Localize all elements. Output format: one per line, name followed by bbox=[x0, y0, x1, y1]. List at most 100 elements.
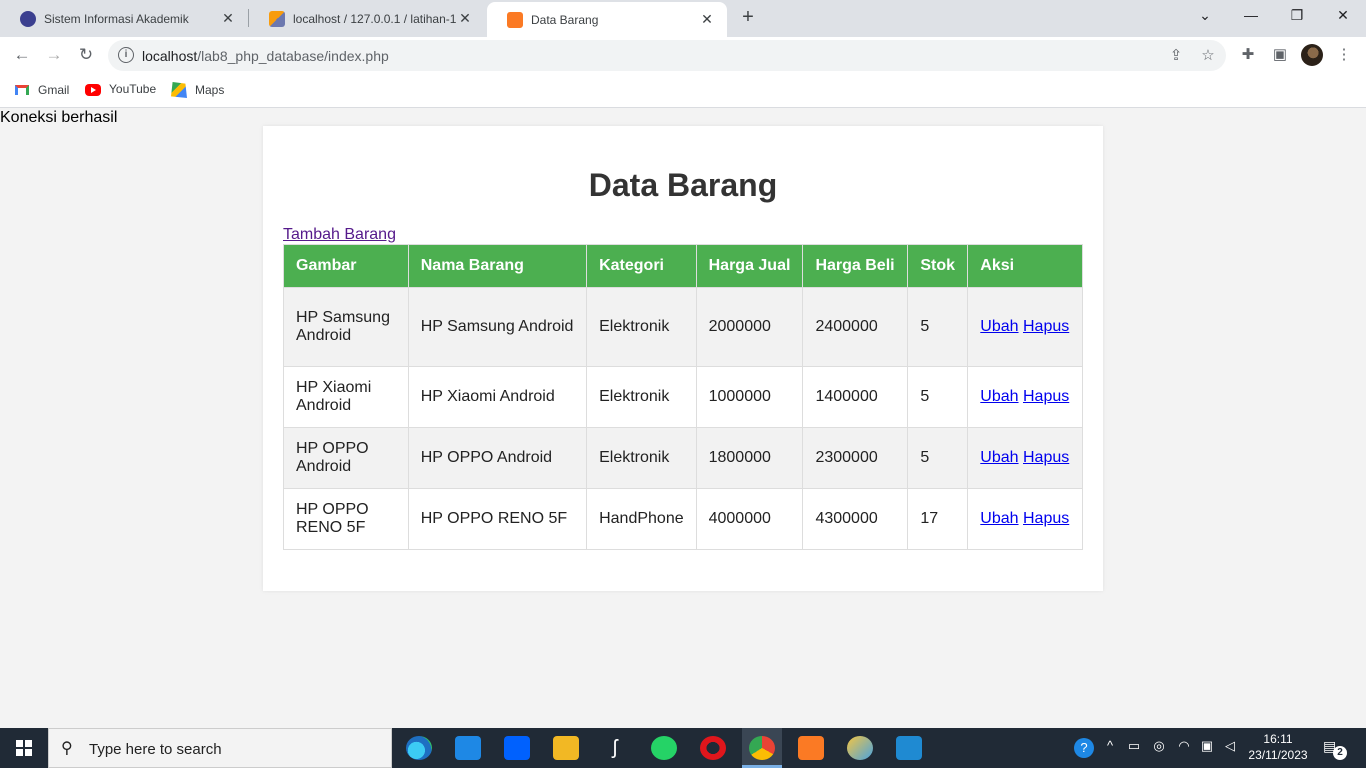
connection-status-text: Koneksi berhasil bbox=[0, 109, 118, 126]
notification-center-button[interactable]: ▤ 2 bbox=[1323, 738, 1347, 760]
stock-cell: 17 bbox=[907, 488, 969, 550]
action-cell: Ubah Hapus bbox=[967, 287, 1083, 367]
reload-icon[interactable]: ↻ bbox=[74, 43, 98, 67]
bookmark-star-icon[interactable]: ☆ bbox=[1198, 46, 1218, 66]
display-icon[interactable]: ▣ bbox=[1198, 738, 1216, 754]
browser-toolbar: ← → ↻ i localhost/lab8_php_database/inde… bbox=[0, 37, 1366, 74]
column-header-kategori: Kategori bbox=[586, 244, 697, 288]
side-panel-icon[interactable]: ▣ bbox=[1270, 45, 1290, 65]
bookmark-label: Gmail bbox=[38, 83, 70, 97]
minimize-icon[interactable]: — bbox=[1236, 4, 1266, 26]
column-header-harga-jual: Harga Jual bbox=[695, 244, 804, 288]
system-clock[interactable]: 16:11 23/11/2023 bbox=[1248, 731, 1308, 763]
close-icon[interactable]: ✕ bbox=[457, 10, 473, 27]
tab-phpmyadmin[interactable]: localhost / 127.0.0.1 / latihan-1 / ✕ bbox=[249, 0, 485, 37]
tab-search-chevron-icon[interactable]: ⌄ bbox=[1190, 4, 1220, 26]
broken-image-alt: HP Samsung Android bbox=[296, 309, 390, 344]
delete-link[interactable]: Hapus bbox=[1023, 388, 1069, 405]
content-container: Data Barang Tambah Barang Gambar Nama Ba… bbox=[263, 126, 1103, 591]
kebab-menu-icon[interactable]: ⋮ bbox=[1334, 45, 1354, 65]
tab-title: localhost / 127.0.0.1 / latihan-1 / bbox=[293, 11, 457, 26]
help-icon[interactable]: ? bbox=[1074, 738, 1094, 758]
close-icon[interactable]: ✕ bbox=[699, 11, 715, 28]
site-info-icon[interactable]: i bbox=[118, 47, 134, 63]
phpmyadmin-icon bbox=[269, 10, 285, 27]
bookmarks-bar: Gmail YouTube Maps bbox=[0, 74, 1366, 108]
opera-icon[interactable] bbox=[700, 736, 726, 760]
tab-sistem-informasi[interactable]: Sistem Informasi Akademik ✕ bbox=[0, 0, 248, 37]
buy-price-cell: 4300000 bbox=[802, 488, 909, 550]
windows-taskbar: ⚲ Type here to search ʃ ? ^ ▭ ◎ ◠ ▣ ◁ 16… bbox=[0, 728, 1366, 768]
window-close-icon[interactable]: ✕ bbox=[1328, 4, 1358, 26]
bookmark-gmail[interactable]: Gmail bbox=[14, 82, 69, 98]
table-row: HP Samsung Android HP Samsung Android El… bbox=[283, 287, 1083, 367]
restore-icon[interactable]: ❐ bbox=[1282, 4, 1312, 26]
image-cell: HP Xiaomi Android bbox=[283, 366, 409, 428]
volume-icon[interactable]: ◁ bbox=[1221, 738, 1239, 754]
sell-price-cell: 1800000 bbox=[695, 427, 804, 489]
image-cell: HP OPPO Android bbox=[283, 427, 409, 489]
academic-logo-icon bbox=[20, 10, 36, 27]
mail-icon[interactable] bbox=[455, 736, 481, 760]
new-tab-button[interactable]: + bbox=[738, 6, 758, 28]
whatsapp-icon[interactable] bbox=[651, 736, 677, 760]
name-cell: HP Xiaomi Android bbox=[407, 366, 588, 428]
edit-link[interactable]: Ubah bbox=[980, 449, 1018, 466]
vscode-icon[interactable] bbox=[896, 736, 922, 760]
chrome-icon[interactable] bbox=[749, 736, 775, 760]
delete-link[interactable]: Hapus bbox=[1023, 449, 1069, 466]
bookmark-maps[interactable]: Maps bbox=[171, 82, 224, 98]
sublime-icon[interactable]: ʃ bbox=[602, 736, 628, 760]
bookmark-label: YouTube bbox=[109, 82, 157, 96]
delete-link[interactable]: Hapus bbox=[1023, 510, 1069, 527]
action-cell: Ubah Hapus bbox=[967, 427, 1083, 489]
column-header-nama: Nama Barang bbox=[407, 244, 588, 288]
stock-cell: 5 bbox=[907, 366, 969, 428]
profile-avatar[interactable] bbox=[1301, 44, 1323, 66]
tab-data-barang[interactable]: Data Barang ✕ bbox=[487, 2, 727, 37]
tab-title: Data Barang bbox=[531, 12, 599, 27]
forward-arrow-icon[interactable]: → bbox=[42, 43, 66, 67]
broken-image-alt: HP OPPO Android bbox=[296, 440, 369, 475]
start-button[interactable] bbox=[0, 728, 48, 768]
close-icon[interactable]: ✕ bbox=[220, 10, 236, 27]
delete-link[interactable]: Hapus bbox=[1023, 318, 1069, 335]
edge-icon[interactable] bbox=[406, 736, 432, 760]
file-explorer-icon[interactable] bbox=[553, 736, 579, 760]
broken-image-alt: HP OPPO RENO 5F bbox=[296, 501, 369, 536]
edit-link[interactable]: Ubah bbox=[980, 318, 1018, 335]
edit-link[interactable]: Ubah bbox=[980, 510, 1018, 527]
bookmark-label: Maps bbox=[195, 83, 225, 97]
stock-cell: 5 bbox=[907, 287, 969, 367]
search-icon: ⚲ bbox=[61, 740, 73, 757]
gmail-icon bbox=[14, 82, 30, 98]
add-item-link[interactable]: Tambah Barang bbox=[283, 226, 396, 244]
search-placeholder: Type here to search bbox=[89, 741, 222, 758]
battery-icon[interactable]: ▭ bbox=[1125, 738, 1143, 754]
youtube-icon bbox=[85, 84, 101, 96]
dropbox-icon[interactable] bbox=[504, 736, 530, 760]
address-bar[interactable]: i localhost/lab8_php_database/index.php … bbox=[108, 40, 1226, 71]
url-path: /lab8_php_database/index.php bbox=[197, 48, 389, 64]
image-cell: HP Samsung Android bbox=[283, 287, 409, 367]
table-row: HP OPPO RENO 5F HP OPPO RENO 5F HandPhon… bbox=[283, 488, 1083, 550]
broken-image-alt: HP Xiaomi Android bbox=[296, 379, 372, 414]
url-text[interactable]: localhost/lab8_php_database/index.php bbox=[142, 48, 389, 64]
taskbar-search-box[interactable]: ⚲ Type here to search bbox=[48, 728, 392, 768]
category-cell: Elektronik bbox=[586, 366, 697, 428]
show-hidden-icons-chevron-icon[interactable]: ^ bbox=[1101, 738, 1119, 753]
column-header-harga-beli: Harga Beli bbox=[802, 244, 909, 288]
edit-link[interactable]: Ubah bbox=[980, 388, 1018, 405]
share-icon[interactable]: ⇪ bbox=[1166, 46, 1186, 66]
xampp-icon[interactable] bbox=[798, 736, 824, 760]
page-viewport: Koneksi berhasil Data Barang Tambah Bara… bbox=[0, 109, 1366, 728]
wifi-icon[interactable]: ◠ bbox=[1175, 738, 1193, 754]
column-header-gambar: Gambar bbox=[283, 244, 409, 288]
back-arrow-icon[interactable]: ← bbox=[10, 43, 34, 67]
xampp-icon bbox=[507, 11, 523, 28]
sell-price-cell: 1000000 bbox=[695, 366, 804, 428]
paint-icon[interactable] bbox=[847, 736, 873, 760]
webcam-icon[interactable]: ◎ bbox=[1150, 738, 1168, 754]
extensions-puzzle-icon[interactable]: ✚ bbox=[1238, 45, 1258, 65]
bookmark-youtube[interactable]: YouTube bbox=[85, 82, 156, 96]
